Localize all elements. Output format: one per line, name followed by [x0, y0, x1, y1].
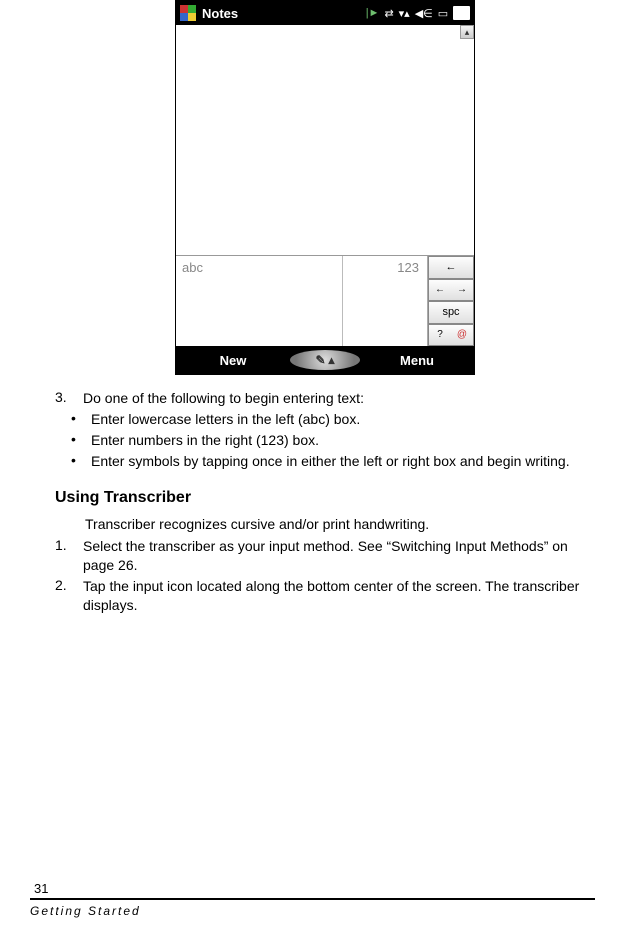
input-method-button[interactable]: ✎ ▴	[290, 350, 360, 370]
section-heading: Using Transcriber	[55, 489, 595, 507]
at-key[interactable]: @	[451, 329, 473, 340]
hw-divider	[342, 256, 343, 346]
note-canvas[interactable]: ▴	[176, 25, 474, 255]
menu-button[interactable]: Menu	[360, 353, 474, 368]
input-panel: abc 123 ← ← → spc ? @	[176, 255, 474, 346]
new-button[interactable]: New	[176, 353, 290, 368]
windows-flag-icon	[180, 5, 196, 21]
space-key[interactable]: spc	[428, 301, 474, 324]
bullet: •	[71, 452, 91, 471]
backspace-key[interactable]: ←	[428, 256, 474, 279]
arrow-keys[interactable]: ← →	[428, 279, 474, 302]
pencil-icon: ✎	[315, 353, 325, 367]
page-number: 31	[34, 881, 595, 896]
bullet: •	[71, 431, 91, 450]
bottom-bar: New ✎ ▴ Menu	[176, 346, 474, 374]
symbol-keys[interactable]: ? @	[428, 324, 474, 347]
footer-section-title: Getting Started	[30, 904, 595, 918]
status-icons: |► ⇄ ▾▴ ◀∈ ▭ ok	[366, 6, 470, 20]
titlebar: Notes |► ⇄ ▾▴ ◀∈ ▭ ok	[176, 1, 474, 25]
step-number: 1.	[55, 537, 83, 575]
bullet: •	[71, 410, 91, 429]
page-footer: 31 Getting Started	[30, 881, 595, 918]
step-text: Select the transcriber as your input met…	[83, 537, 595, 575]
question-key[interactable]: ?	[429, 329, 451, 340]
dropdown-icon: ▴	[329, 353, 335, 367]
section-intro: Transcriber recognizes cursive and/or pr…	[85, 515, 595, 534]
left-key[interactable]: ←	[429, 284, 451, 295]
document-body: 3. Do one of the following to begin ente…	[55, 389, 595, 615]
app-title: Notes	[202, 6, 360, 21]
123-label: 123	[397, 260, 419, 275]
step-number: 3.	[55, 389, 83, 408]
sync-icon: ⇄	[384, 7, 393, 20]
footer-rule	[30, 898, 595, 900]
ok-button[interactable]: ok	[453, 6, 470, 20]
right-key[interactable]: →	[451, 284, 473, 295]
battery-icon: ▭	[438, 7, 448, 20]
bullet-text: Enter symbols by tapping once in either …	[91, 452, 595, 471]
bullet-text: Enter lowercase letters in the left (abc…	[91, 410, 595, 429]
speaker-icon: ◀∈	[415, 7, 433, 20]
scroll-up-button[interactable]: ▴	[460, 25, 474, 39]
bullet-text: Enter numbers in the right (123) box.	[91, 431, 595, 450]
step-text: Tap the input icon located along the bot…	[83, 577, 595, 615]
step-number: 2.	[55, 577, 83, 615]
device-screenshot: Notes |► ⇄ ▾▴ ◀∈ ▭ ok ▴ abc 123 ← ←	[175, 0, 475, 375]
handwriting-area[interactable]: abc 123	[176, 256, 428, 346]
step-text: Do one of the following to begin enterin…	[83, 389, 595, 408]
abc-label: abc	[182, 260, 203, 275]
antenna-icon: ▾▴	[399, 7, 410, 20]
signal-icon: |►	[366, 7, 380, 19]
